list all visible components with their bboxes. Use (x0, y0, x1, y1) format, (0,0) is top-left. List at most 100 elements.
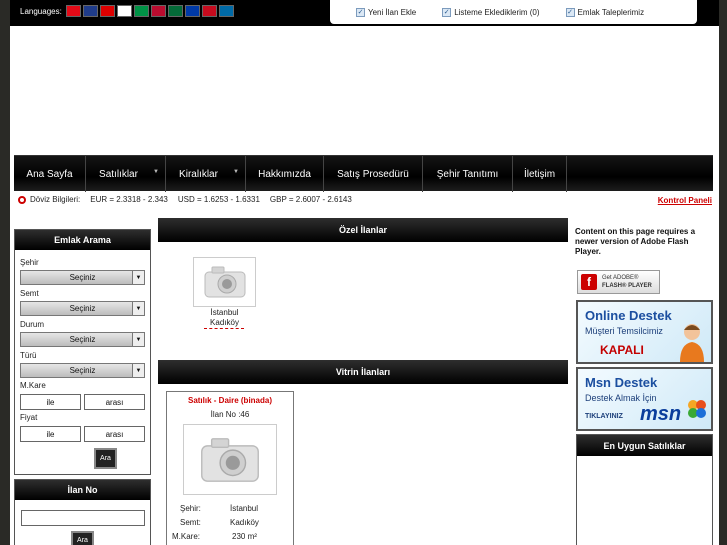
checkbox-icon: ✓ (565, 7, 575, 17)
fiyat-label: Fiyat (20, 413, 38, 422)
mkare-label: M.Kare (20, 381, 46, 390)
swedish-flag-icon[interactable] (219, 5, 234, 17)
spanish-flag-icon[interactable] (202, 5, 217, 17)
requests-link[interactable]: ✓ Emlak Taleplerimiz (565, 7, 645, 17)
fiyat-min-input[interactable]: ile (20, 426, 81, 442)
ilan-no-panel: İlan No Ara (14, 479, 151, 545)
vitrin-semt-value: Kadıköy (230, 518, 259, 527)
caret-down-icon: ▼ (153, 169, 159, 175)
vitrin-mkare-label: M.Kare: (172, 532, 201, 541)
turu-select[interactable]: Seçiniz ▼ (20, 363, 145, 378)
my-list-label: Listeme Eklediklerim (0) (454, 7, 540, 17)
dropdown-arrow-icon: ▼ (132, 302, 144, 315)
mkare-max-input[interactable]: arası (84, 394, 145, 410)
ozel-district: Kadıköy (210, 318, 239, 327)
price-divider (204, 328, 244, 329)
dropdown-arrow-icon: ▼ (132, 364, 144, 377)
durum-select[interactable]: Seçiniz ▼ (20, 332, 145, 347)
search-panel: Emlak Arama Şehir Seçiniz ▼ Semt Seçiniz ▼… (14, 229, 151, 475)
semt-select[interactable]: Seçiniz ▼ (20, 301, 145, 316)
new-listing-link[interactable]: ✓ Yeni İlan Ekle (356, 7, 417, 17)
exchange-rates: Döviz Bilgileri: EUR = 2.3318 - 2.343 US… (18, 195, 352, 204)
top-links: ✓ Yeni İlan Ekle ✓ Listeme Eklediklerim (0… (330, 0, 697, 24)
vitrin-semt-label: Semt: (180, 518, 201, 527)
nav-iletisim[interactable]: İletişim (513, 156, 567, 192)
requests-label: Emlak Taleplerimiz (577, 7, 645, 17)
nav-hakkimizda[interactable]: Hakkımızda (246, 156, 324, 192)
vitrin-heading[interactable]: Satılık - Daire (binada) (167, 396, 293, 405)
norwegian-flag-icon[interactable] (151, 5, 166, 17)
english-flag-icon[interactable] (83, 5, 98, 17)
vitrin-photo[interactable] (183, 424, 277, 495)
vitrin-ilan-no: İlan No :46 (210, 410, 250, 419)
flash-required-message: Content on this page requires a newer ve… (575, 227, 696, 256)
sehir-label: Şehir (20, 258, 39, 267)
caret-down-icon: ▼ (233, 169, 239, 175)
msn-logo: msn (640, 403, 682, 425)
turu-label: Türü (20, 351, 37, 360)
top-bar: Languages: ✓ Yeni İlan Ekle ✓ Listeme Ekle… (10, 0, 719, 26)
new-listing-label: Yeni İlan Ekle (368, 7, 417, 17)
vitrin-sehir-label: Şehir: (180, 504, 201, 513)
nav-ana-sayfa[interactable]: Ana Sayfa (14, 156, 86, 192)
listing-photo[interactable] (193, 257, 256, 307)
semt-select-value: Seçiniz (69, 304, 96, 313)
online-destek-title: Online Destek (585, 308, 672, 323)
vitrin-card[interactable]: Satılık - Daire (binada) İlan No :46 Şeh… (166, 391, 294, 545)
nav-satis-proseduru[interactable]: Satış Prosedürü (324, 156, 423, 192)
ilan-no-title: İlan No (15, 480, 150, 500)
mkare-min-input[interactable]: ile (20, 394, 81, 410)
durum-select-value: Seçiniz (69, 335, 96, 344)
russian-flag-icon[interactable] (185, 5, 200, 17)
search-button[interactable]: Ara (94, 448, 117, 469)
flash-logo-icon: f (581, 274, 597, 290)
language-flags (66, 5, 234, 17)
main-nav: Ana Sayfa Satılıklar ▼ Kiralıklar ▼ Hakkım… (14, 155, 713, 192)
turkish-flag-icon[interactable] (66, 5, 81, 17)
camera-icon (204, 266, 245, 298)
nav-kiraliklar[interactable]: Kiralıklar ▼ (166, 156, 246, 192)
portuguese-flag-icon[interactable] (168, 5, 183, 17)
dropdown-arrow-icon: ▼ (132, 271, 144, 284)
support-agent-icon (680, 324, 704, 362)
semt-label: Semt (20, 289, 39, 298)
my-list-link[interactable]: ✓ Listeme Eklediklerim (0) (442, 7, 540, 17)
ozel-ilanlar-header: Özel İlanlar (158, 218, 568, 242)
en-uygun-title: En Uygun Satılıklar (577, 435, 712, 456)
german-flag-icon[interactable] (100, 5, 115, 17)
msn-destek-title: Msn Destek (585, 375, 658, 390)
rate-usd: USD = 1.6253 - 1.6331 (177, 195, 260, 204)
nav-satiliklar[interactable]: Satılıklar ▼ (86, 156, 166, 192)
flash-badge-line2: FLASH® PLAYER (602, 283, 652, 289)
msn-destek-banner[interactable]: Msn Destek Destek Almak İçin TIKLAYINIZ … (576, 367, 713, 431)
get-flash-player-button[interactable]: f Get ADOBE® FLASH® PLAYER (577, 270, 660, 294)
nav-satiliklar-label: Satılıklar (99, 168, 138, 180)
durum-label: Durum (20, 320, 45, 329)
en-uygun-panel: En Uygun Satılıklar (576, 434, 713, 545)
online-destek-status: KAPALI (600, 343, 644, 357)
fiyat-max-input[interactable]: arası (84, 426, 145, 442)
ilan-no-input[interactable] (21, 510, 145, 526)
languages-label: Languages: (20, 7, 62, 16)
french-flag-icon[interactable] (117, 5, 132, 17)
vitrin-sehir-value: İstanbul (230, 504, 259, 513)
rate-eur: EUR = 2.3318 - 2.343 (90, 195, 168, 204)
search-panel-title: Emlak Arama (15, 230, 150, 250)
bullet-icon (18, 195, 26, 204)
kontrol-paneli-link[interactable]: Kontrol Paneli (658, 196, 712, 205)
nav-sehir-tanitimi[interactable]: Şehir Tanıtımı (423, 156, 513, 192)
online-destek-line: Müşteri Temsilcimiz (585, 326, 663, 336)
nav-kiraliklar-label: Kiralıklar (179, 168, 218, 180)
rate-gbp: GBP = 2.6007 - 2.6143 (269, 195, 352, 204)
sehir-select-value: Seçiniz (69, 273, 96, 282)
turu-select-value: Seçiniz (69, 366, 96, 375)
page: Languages: ✓ Yeni İlan Ekle ✓ Listeme Ekle… (10, 0, 719, 545)
italian-flag-icon[interactable] (134, 5, 149, 17)
checkbox-icon: ✓ (442, 7, 452, 17)
vitrin-ilanlari-header: Vitrin İlanları (158, 360, 568, 384)
checkbox-icon: ✓ (356, 7, 365, 17)
camera-icon (201, 437, 259, 482)
ilan-no-button[interactable]: Ara (71, 531, 94, 545)
online-destek-banner[interactable]: Online Destek Müşteri Temsilcimiz KAPALI (576, 300, 713, 364)
sehir-select[interactable]: Seçiniz ▼ (20, 270, 145, 285)
